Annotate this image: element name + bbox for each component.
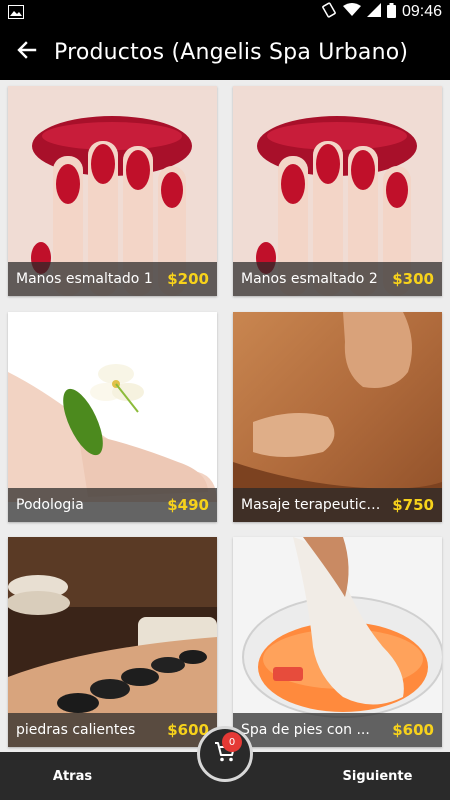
product-price: $490: [167, 496, 209, 514]
product-name: Podologia: [16, 497, 84, 513]
battery-icon: [386, 2, 396, 22]
product-name: Masaje terapeutico, ...: [241, 497, 381, 513]
image-icon: [8, 4, 24, 23]
product-caption: Manos esmaltado 1 $200: [8, 262, 217, 296]
product-card[interactable]: Spa de pies con ... $600: [233, 537, 442, 747]
product-card[interactable]: piedras calientes $600: [8, 537, 217, 747]
product-caption: Masaje terapeutico, ... $750: [233, 488, 442, 522]
product-card[interactable]: Masaje terapeutico, ... $750: [233, 312, 442, 522]
product-caption: Podologia $490: [8, 488, 217, 522]
back-button[interactable]: [0, 24, 54, 80]
page-title: Productos (Angelis Spa Urbano): [54, 39, 409, 65]
clock: 09:46: [401, 3, 442, 20]
product-name: Manos esmaltado 2: [241, 271, 378, 287]
product-caption: piedras calientes $600: [8, 713, 217, 747]
cart-count-badge: 0: [222, 732, 242, 752]
product-price: $600: [392, 721, 434, 739]
product-name: Manos esmaltado 1: [16, 271, 153, 287]
product-price: $300: [392, 270, 434, 288]
arrow-back-icon: [17, 40, 37, 64]
product-card[interactable]: Manos esmaltado 2 $300: [233, 86, 442, 296]
product-grid: Manos esmaltado 1 $200 Manos esmaltado 2…: [0, 80, 450, 752]
siguiente-button[interactable]: Siguiente: [305, 752, 450, 800]
product-card[interactable]: Manos esmaltado 1 $200: [8, 86, 217, 296]
product-name: Spa de pies con ...: [241, 722, 370, 738]
atras-button[interactable]: Atras: [0, 752, 145, 800]
status-bar: 09:46: [0, 0, 450, 24]
signal-icon: [366, 3, 381, 21]
product-caption: Spa de pies con ... $600: [233, 713, 442, 747]
wifi-icon: [342, 3, 361, 21]
product-price: $750: [392, 496, 434, 514]
product-name: piedras calientes: [16, 722, 136, 738]
app-bar: Productos (Angelis Spa Urbano): [0, 24, 450, 80]
product-card[interactable]: Podologia $490: [8, 312, 217, 522]
product-price: $200: [167, 270, 209, 288]
product-caption: Manos esmaltado 2 $300: [233, 262, 442, 296]
vibrate-icon: [321, 2, 337, 22]
